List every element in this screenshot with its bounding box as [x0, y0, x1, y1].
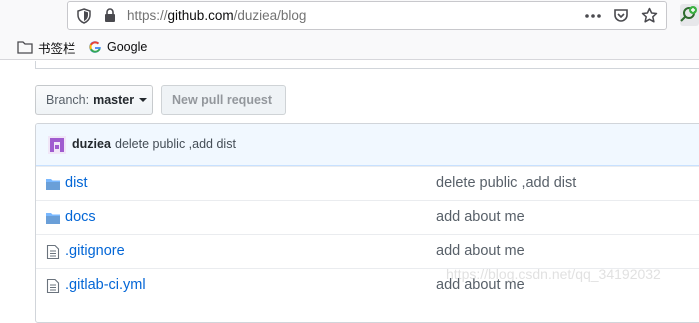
- caret-down-icon: [139, 98, 148, 102]
- branch-select-button[interactable]: Branch: master: [35, 85, 153, 115]
- watermark-text: https://blog.csdn.net/qq_34192032: [446, 266, 661, 282]
- bookmark-label: Google: [107, 40, 148, 54]
- tracking-shield-icon[interactable]: [77, 8, 91, 24]
- avatar[interactable]: [48, 136, 66, 154]
- url-text[interactable]: https://github.com/duziea/blog: [127, 8, 306, 23]
- bookmarks-toolbar: 书签栏 Google: [0, 33, 699, 74]
- folder-icon: [46, 213, 60, 224]
- file-name-link[interactable]: dist: [65, 175, 88, 191]
- repo-page: Branch: master New pull request duziea d…: [0, 61, 699, 323]
- bookmark-folder[interactable]: 书签栏: [17, 38, 76, 56]
- file-name-link[interactable]: .gitignore: [65, 243, 125, 259]
- file-icon: [46, 245, 60, 259]
- branch-prefix: Branch:: [46, 93, 90, 107]
- file-navigator: duziea delete public ,add dist dist dele…: [35, 123, 699, 323]
- google-icon: [89, 41, 101, 53]
- bookmark-label: 书签栏: [38, 41, 76, 56]
- file-name-link[interactable]: .gitlab-ci.yml: [65, 277, 146, 293]
- bookmark-google[interactable]: Google: [88, 38, 147, 56]
- section-divider: [35, 61, 699, 69]
- file-row: dist delete public ,add dist: [36, 166, 699, 200]
- browser-toolbar: https://github.com/duziea/blog: [0, 0, 699, 33]
- address-bar[interactable]: https://github.com/duziea/blog: [67, 1, 667, 30]
- folder-icon: [46, 179, 60, 190]
- bookmark-star-icon[interactable]: [641, 7, 658, 24]
- commit-author[interactable]: duziea: [72, 137, 111, 151]
- folder-icon: [17, 41, 33, 54]
- page-actions-icon[interactable]: [584, 8, 602, 24]
- latest-commit-bar: duziea delete public ,add dist: [36, 124, 699, 166]
- extension-button[interactable]: [680, 4, 699, 26]
- file-name-link[interactable]: docs: [65, 209, 96, 225]
- file-row: .gitignore add about me: [36, 234, 699, 268]
- new-pull-request-button[interactable]: New pull request: [161, 85, 286, 115]
- file-commit-message[interactable]: add about me: [436, 209, 525, 225]
- file-icon: [46, 279, 60, 293]
- file-commit-message[interactable]: delete public ,add dist: [436, 175, 576, 191]
- commit-message[interactable]: delete public ,add dist: [115, 137, 236, 151]
- pocket-icon[interactable]: [613, 8, 629, 24]
- extension-search-icon: [680, 6, 697, 22]
- lock-icon[interactable]: [104, 8, 116, 23]
- file-row: docs add about me: [36, 200, 699, 234]
- branch-name: master: [93, 93, 135, 107]
- file-commit-message[interactable]: add about me: [436, 243, 525, 259]
